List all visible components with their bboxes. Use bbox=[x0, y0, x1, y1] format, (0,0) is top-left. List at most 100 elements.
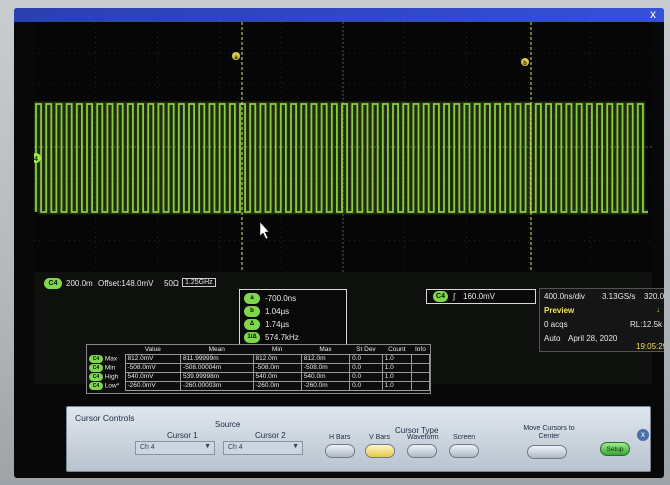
source-label: Source bbox=[215, 420, 241, 429]
table-cell: 540.0m bbox=[300, 371, 351, 382]
trigger-slope-icon: ∫ bbox=[453, 292, 456, 301]
acquisition-panel[interactable]: 400.0ns/div 3.13GS/s 320.0p Preview ↓ 0 … bbox=[539, 288, 664, 352]
row-label: C4 Max bbox=[87, 354, 125, 363]
column-header: Mean bbox=[208, 345, 225, 353]
measurement-label: High bbox=[104, 373, 119, 381]
table-cell: 812.0m bbox=[252, 353, 302, 364]
trigger-arrow-icon: ↓ bbox=[656, 305, 660, 314]
cursor-b-label: b bbox=[523, 61, 527, 67]
channel-badge: C4 bbox=[44, 278, 62, 289]
table-cell bbox=[410, 353, 431, 364]
close-icon[interactable]: x bbox=[650, 8, 656, 21]
trigger-readout[interactable]: C4 ∫ 160.0mV bbox=[426, 289, 536, 304]
table-row[interactable]: C4 Min -508.0mV -508.00004m -508.0m -508.0m 0… bbox=[87, 362, 431, 373]
move-cursors-button[interactable] bbox=[527, 445, 567, 459]
cursor-readout-badge: Δ bbox=[244, 319, 260, 330]
table-cell: 1.0 bbox=[381, 371, 412, 382]
cursor-readout-badge: 1/Δ bbox=[244, 332, 260, 343]
oscilloscope-screen: x ab4 C4 200.0m Offset:148.0mV 50Ω 1.25G… bbox=[14, 8, 664, 478]
table-cell: -508.0m bbox=[300, 362, 351, 373]
timebase: 400.0ns/div bbox=[544, 292, 585, 301]
panel-title: Cursor Controls bbox=[75, 413, 135, 423]
cursor-controls-panel: Cursor Controls Source Cursor 1 Ch 4 ▼ C… bbox=[66, 406, 651, 472]
status-area: C4 200.0m Offset:148.0mV 50Ω 1.25GHz a -7… bbox=[34, 272, 664, 394]
chevron-down-icon: ▼ bbox=[204, 443, 211, 450]
table-cell: 540.0m bbox=[252, 371, 302, 382]
cursor-readout-value: -700.0ns bbox=[265, 294, 297, 303]
cursor-readout-badge: b bbox=[244, 306, 260, 317]
channel-ref-label: 4 bbox=[34, 156, 38, 163]
chevron-down-icon: ▼ bbox=[292, 443, 299, 450]
cursor1-value: Ch 4 bbox=[140, 444, 155, 451]
waveform-display[interactable]: ab4 bbox=[34, 22, 652, 272]
screen-button[interactable] bbox=[449, 444, 479, 458]
measurement-source-badge: C4 bbox=[89, 381, 103, 390]
cursor1-select[interactable]: Ch 4 ▼ bbox=[135, 441, 215, 455]
hbars-label: H Bars bbox=[329, 434, 351, 441]
vbars-button[interactable] bbox=[365, 444, 395, 458]
column-header: Value bbox=[144, 345, 161, 353]
cursor-readout-value: 1.04µs bbox=[265, 307, 290, 316]
table-cell: -508.00004m bbox=[180, 362, 254, 373]
cursor-readout-badge: a bbox=[244, 293, 260, 304]
trigger-mode: Auto bbox=[544, 334, 561, 343]
close-panel-icon[interactable]: x bbox=[637, 429, 649, 441]
record-length: RL:12.5k bbox=[630, 320, 663, 329]
trigger-level: 160.0mV bbox=[463, 292, 496, 301]
measurement-source-badge: C4 bbox=[89, 372, 103, 381]
cursor-readout-value: 574.7kHz bbox=[265, 333, 299, 342]
table-cell: 1.0 bbox=[381, 380, 412, 391]
cursor2-select[interactable]: Ch 4 ▼ bbox=[223, 441, 303, 455]
cursor1-label: Cursor 1 bbox=[167, 431, 198, 440]
table-row[interactable]: C4 Low* -260.0mV -260.00003m -260.0m -260.0m… bbox=[87, 380, 431, 391]
measurement-label: Low* bbox=[104, 382, 120, 390]
waveform-glow bbox=[34, 101, 648, 215]
table-cell bbox=[410, 380, 431, 391]
table-cell: 0.0 bbox=[349, 353, 383, 364]
point-spacing: 320.0p bbox=[644, 292, 664, 301]
table-cell: 0.0 bbox=[349, 371, 383, 382]
row-label: C4 Low* bbox=[87, 381, 125, 390]
cursor2-label: Cursor 2 bbox=[255, 431, 286, 440]
table-cell: 812.0mV bbox=[124, 353, 182, 364]
table-cell: 539.99998m bbox=[180, 371, 254, 382]
table-cell: 0.0 bbox=[349, 380, 383, 391]
measurement-table[interactable]: Value Mean Min Max St Dev Count Info C4 Max 812… bbox=[86, 344, 431, 394]
time: 19:05:29 bbox=[636, 342, 664, 351]
move-cursors-label: Move Cursors to Center bbox=[523, 425, 575, 440]
measurement-label: Max bbox=[104, 355, 118, 363]
cursor-readout: a -700.0ns b 1.04µs Δ 1.74µs 1/Δ 574.7kHz bbox=[239, 289, 347, 347]
table-cell: 540.0mV bbox=[124, 371, 182, 382]
table-cell bbox=[410, 362, 431, 373]
measurement-header: Value Mean Min Max St Dev Count Info bbox=[87, 345, 430, 354]
table-row[interactable]: C4 Max 812.0mV 811.99999m 812.0m 812.0m 0.0 1.… bbox=[87, 353, 431, 364]
column-header: Max bbox=[319, 345, 332, 353]
acquisition-count: 0 acqs bbox=[544, 320, 568, 329]
table-row[interactable]: C4 High 540.0mV 539.99998m 540.0m 540.0m 0.0 1… bbox=[87, 371, 431, 382]
row-label: C4 Min bbox=[87, 363, 125, 372]
channel-impedance: 50Ω bbox=[164, 279, 179, 288]
table-cell bbox=[410, 371, 431, 382]
table-cell: 1.0 bbox=[381, 362, 412, 373]
menu-bar[interactable]: x bbox=[14, 8, 664, 22]
measurement-source-badge: C4 bbox=[89, 354, 103, 363]
setup-button[interactable]: Setup bbox=[600, 442, 630, 456]
column-header: Info bbox=[414, 345, 426, 353]
column-header: Count bbox=[388, 345, 406, 353]
channel-scale: 200.0m bbox=[66, 279, 93, 288]
hbars-button[interactable] bbox=[325, 444, 355, 458]
trigger-source-badge: C4 bbox=[433, 291, 448, 302]
table-cell: 1.0 bbox=[381, 353, 412, 364]
table-cell: -260.0mV bbox=[124, 380, 182, 391]
table-cell: -260.0m bbox=[300, 380, 351, 391]
bandwidth-badge: 1.25GHz bbox=[182, 278, 216, 287]
cursor-readout-value: 1.74µs bbox=[265, 320, 290, 329]
waveform-button[interactable] bbox=[407, 444, 437, 458]
row-label: C4 High bbox=[87, 372, 125, 381]
table-cell: -508.0mV bbox=[124, 362, 182, 373]
table-cell: 812.0m bbox=[300, 353, 351, 364]
channel-offset: Offset:148.0mV bbox=[98, 279, 154, 288]
screen-label: Screen bbox=[453, 434, 476, 441]
waveform-graticule: ab4 bbox=[34, 22, 652, 272]
date: April 28, 2020 bbox=[568, 334, 618, 343]
